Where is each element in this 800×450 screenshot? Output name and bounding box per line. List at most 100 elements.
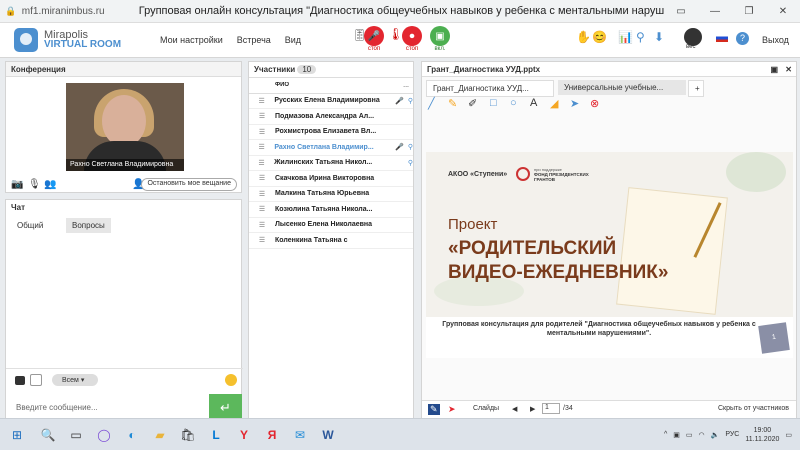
stats-icon[interactable]: 📊 bbox=[618, 30, 633, 44]
yandex-browser-icon[interactable]: Y bbox=[230, 423, 258, 447]
participant-row[interactable]: ☰ Рохмистрова Елизавета Вл... bbox=[249, 125, 413, 140]
drag-handle-icon[interactable]: ☰ bbox=[249, 205, 275, 213]
message-input[interactable]: Введите сообщение... bbox=[6, 394, 209, 421]
menu-view[interactable]: Вид bbox=[285, 35, 301, 45]
slide-line1: Проект bbox=[448, 216, 498, 233]
clear-tool-icon[interactable]: ⊗ bbox=[590, 97, 599, 110]
add-tab-button[interactable]: + bbox=[688, 80, 704, 97]
camera-settings-icon[interactable]: 📷 bbox=[11, 179, 23, 190]
restore-button[interactable]: ❐ bbox=[732, 6, 766, 17]
battery-icon[interactable]: ▭ bbox=[686, 431, 693, 439]
word-icon[interactable]: W bbox=[314, 423, 342, 447]
clock[interactable]: 19:00 11.11.2020 bbox=[745, 426, 779, 444]
drag-handle-icon[interactable]: ☰ bbox=[249, 236, 275, 244]
network-icon[interactable]: ◠ bbox=[699, 431, 705, 439]
l-app-icon[interactable]: L bbox=[202, 423, 230, 447]
draw-mode-icon[interactable]: ✎ bbox=[428, 404, 440, 415]
pointer-mode-icon[interactable]: ➤ bbox=[448, 404, 456, 415]
tray-up-icon[interactable]: ^ bbox=[664, 431, 667, 438]
drag-handle-icon[interactable]: ☰ bbox=[249, 190, 275, 198]
close-doc-icon[interactable]: ✕ bbox=[785, 65, 792, 74]
marker-tool-icon[interactable]: ✐ bbox=[468, 97, 477, 110]
tray-app-icon[interactable]: ▣ bbox=[673, 431, 680, 439]
maximize-icon[interactable]: ▣ bbox=[770, 65, 778, 74]
task-view-icon[interactable]: ▭ bbox=[62, 423, 90, 447]
tab-general[interactable]: Общий bbox=[11, 218, 50, 235]
edge-icon[interactable]: ◐ bbox=[118, 423, 146, 447]
page-input[interactable]: 1 bbox=[542, 403, 560, 414]
drag-handle-icon[interactable]: ☰ bbox=[249, 143, 274, 151]
participant-row[interactable]: ☰ Рахно Светлана Владимир... 🎤 ⚲ bbox=[249, 140, 413, 156]
drag-handle-icon[interactable]: ☰ bbox=[249, 174, 275, 182]
text-tool-icon[interactable]: A bbox=[530, 97, 537, 109]
participant-row[interactable]: ☰ Козюлина Татьяна Никола... bbox=[249, 202, 413, 218]
menu-meeting[interactable]: Встреча bbox=[237, 35, 271, 45]
emoji-picker-icon[interactable] bbox=[225, 374, 237, 386]
settings-status-icon: ⚲ bbox=[407, 159, 413, 167]
slides-label[interactable]: Слайды bbox=[473, 405, 499, 412]
send-button[interactable]: ↵ bbox=[209, 394, 242, 421]
tree-icon[interactable]: ⚲ bbox=[636, 30, 645, 44]
user-settings-icon[interactable]: 👥 bbox=[44, 179, 56, 190]
stop-broadcast-button[interactable]: Остановить мое вещание bbox=[141, 178, 237, 191]
volume-slider-icon[interactable]: 🌡 bbox=[388, 27, 403, 41]
minimize-button[interactable]: — bbox=[698, 6, 732, 17]
fill-tool-icon[interactable]: ◢ bbox=[550, 97, 558, 110]
mic-button[interactable]: 🎤 bbox=[364, 26, 384, 46]
participant-row[interactable]: ☰ Лысенко Елена Николаевна bbox=[249, 218, 413, 233]
mic-settings-icon[interactable]: 🎙 bbox=[28, 179, 41, 190]
alice-icon[interactable]: ◯ bbox=[90, 423, 118, 447]
ellipse-tool-icon[interactable]: ○ bbox=[510, 97, 517, 109]
tab-doc-2[interactable]: Универсальные учебные... bbox=[558, 80, 686, 95]
mail-icon[interactable]: ✉ bbox=[286, 423, 314, 447]
flag-ru-icon[interactable] bbox=[716, 34, 728, 42]
volume-icon[interactable]: 🔈 bbox=[711, 431, 720, 439]
hide-from-participants[interactable]: Скрыть от участников bbox=[718, 405, 789, 412]
column-name-header[interactable]: ФИО bbox=[275, 82, 395, 88]
screen-share-button[interactable]: ▣ bbox=[430, 26, 450, 46]
folder-icon[interactable]: ▰ bbox=[146, 423, 174, 447]
slide-line2: «РОДИТЕЛЬСКИЙ bbox=[448, 238, 617, 259]
participant-row[interactable]: ☰ Подмазова Александра Ал... bbox=[249, 109, 413, 125]
line-tool-icon[interactable]: ╱ bbox=[428, 97, 435, 110]
search-icon[interactable]: 🔍 bbox=[34, 423, 62, 447]
exit-button[interactable]: Выход bbox=[762, 35, 789, 45]
yandex-icon[interactable]: Я bbox=[258, 423, 286, 447]
prev-slide-icon[interactable]: ◀ bbox=[512, 405, 517, 413]
tab-doc-1[interactable]: Грант_Диагностика УУД... bbox=[426, 80, 554, 97]
pencil-tool-icon[interactable]: ✎ bbox=[448, 97, 457, 110]
audience-select[interactable]: Всем ▾ bbox=[52, 374, 98, 386]
participant-row[interactable]: ☰ Коленкина Татьяна с bbox=[249, 233, 413, 249]
more-menu[interactable]: ... bbox=[403, 82, 409, 89]
lang-indicator[interactable]: РУС bbox=[725, 431, 739, 438]
participant-row[interactable]: ☰ Жилинских Татьяна Никол... ⚲ bbox=[249, 156, 413, 171]
video-window-icon[interactable]: ▭ bbox=[664, 6, 698, 17]
emoji-icon[interactable]: 😊 bbox=[592, 30, 607, 44]
camera-button[interactable]: ⏺ bbox=[402, 26, 422, 46]
drag-handle-icon[interactable]: ☰ bbox=[249, 97, 274, 105]
next-slide-icon[interactable]: ▶ bbox=[530, 405, 535, 413]
drag-handle-icon[interactable]: ☰ bbox=[249, 128, 275, 136]
rectangle-tool-icon[interactable]: □ bbox=[490, 97, 497, 109]
drag-handle-icon[interactable]: ☰ bbox=[249, 159, 274, 167]
start-icon[interactable]: ⊞ bbox=[0, 423, 34, 447]
page-title: Групповая онлайн консультация "Диагности… bbox=[138, 5, 664, 17]
tab-questions[interactable]: Вопросы bbox=[66, 218, 111, 233]
address-bar[interactable]: mf1.miranimbus.ru bbox=[22, 6, 139, 17]
participant-row[interactable]: ☰ Русских Елена Владимировна 🎤 ⚲ bbox=[249, 94, 413, 109]
participant-row[interactable]: ☰ Малкина Татьяна Юрьевна bbox=[249, 187, 413, 202]
drag-handle-icon[interactable]: ☰ bbox=[249, 221, 275, 229]
pointer-tool-icon[interactable]: ➤ bbox=[570, 97, 579, 110]
help-icon[interactable]: ? bbox=[736, 32, 749, 45]
download-icon[interactable]: ⬇ bbox=[654, 30, 664, 44]
participant-row[interactable]: ☰ Скачкова Ирина Викторовна bbox=[249, 171, 413, 187]
drag-handle-icon[interactable]: ☰ bbox=[249, 112, 275, 120]
store-icon[interactable]: 🛍 bbox=[174, 423, 202, 447]
menu-settings[interactable]: Мои настройки bbox=[160, 35, 223, 45]
slide-thumbnail[interactable]: 1 bbox=[758, 322, 790, 354]
attach-icon[interactable] bbox=[30, 374, 42, 386]
format-icon[interactable] bbox=[15, 376, 25, 385]
raise-hand-icon[interactable]: ✋ bbox=[576, 30, 591, 44]
notifications-icon[interactable]: ▭ bbox=[785, 431, 792, 439]
close-button[interactable]: ✕ bbox=[766, 6, 800, 17]
